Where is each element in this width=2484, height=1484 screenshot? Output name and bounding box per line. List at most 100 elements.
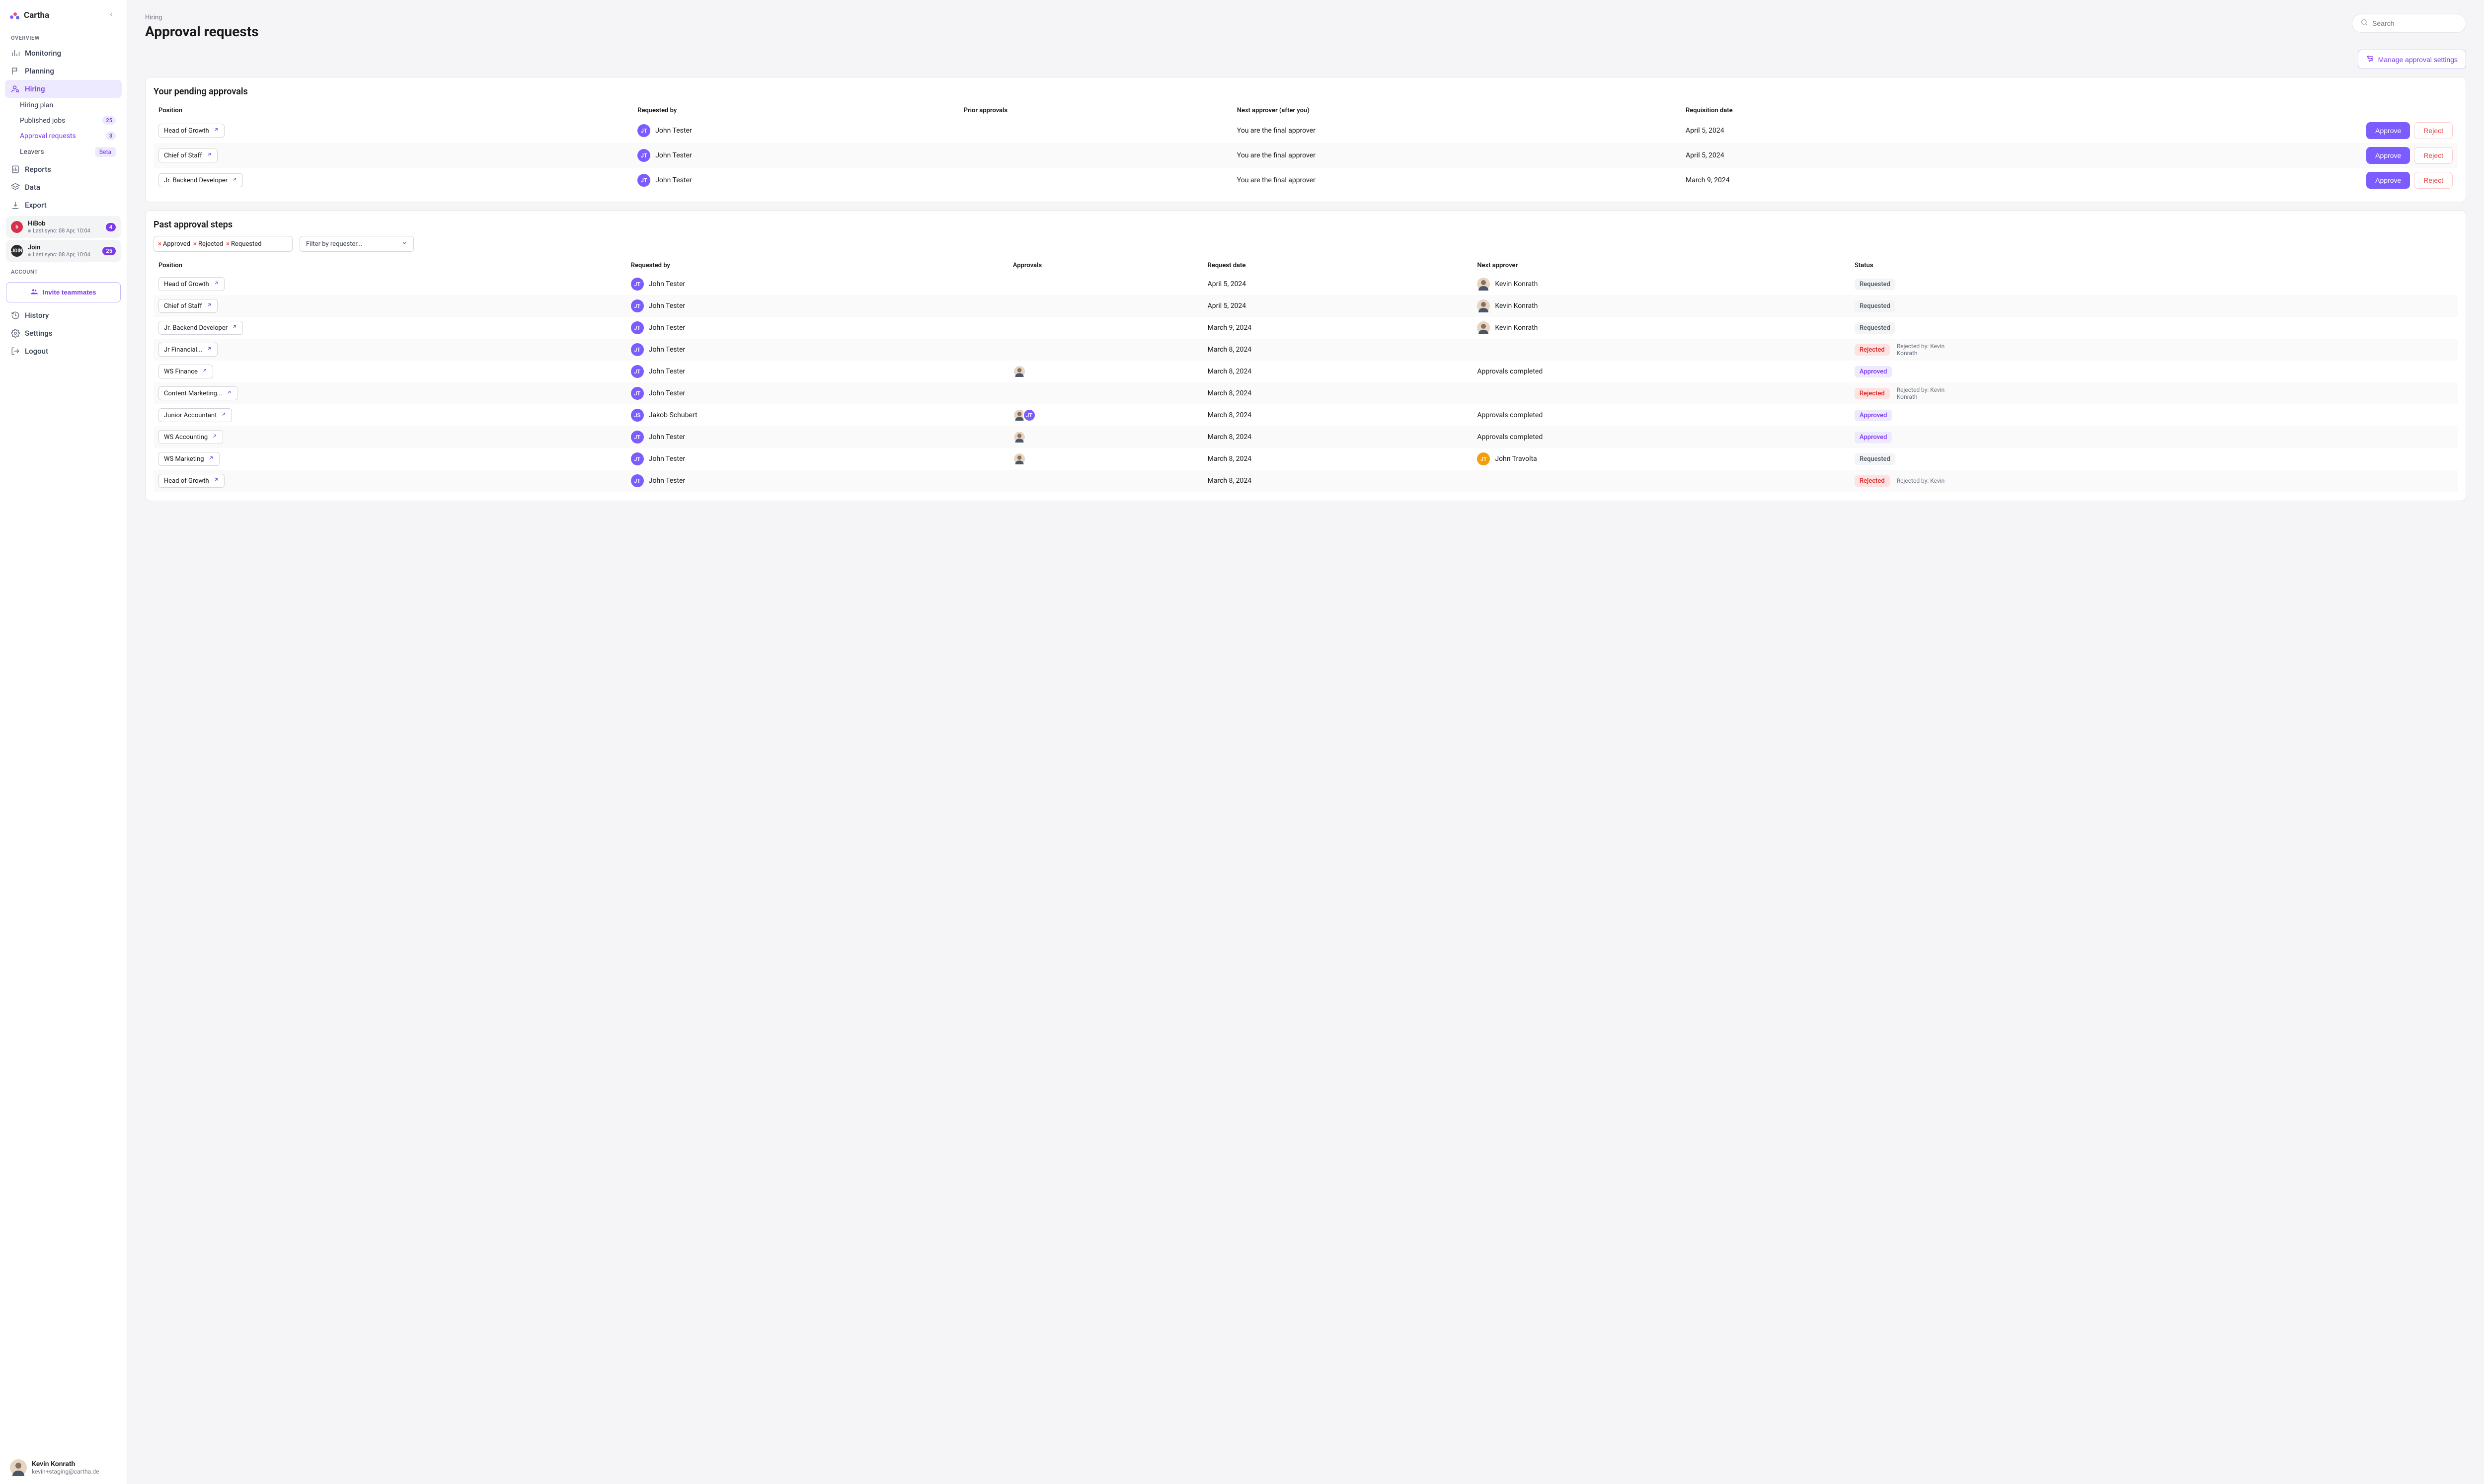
position-chip[interactable]: WS Finance [158,365,213,378]
next-approver: Approvals completed [1477,368,1543,375]
nav-reports[interactable]: Reports [5,160,122,178]
search-input[interactable] [2372,19,2462,27]
subnav-published-jobs[interactable]: Published jobs 25 [14,113,122,128]
nav-history[interactable]: History [5,306,122,324]
nav-monitoring[interactable]: Monitoring [5,44,122,62]
next-approver: You are the final approver [1232,118,1681,143]
external-link-icon [206,151,212,159]
position-chip[interactable]: WS Marketing [158,452,220,466]
count-badge: 4 [106,223,116,231]
column-header: Requested by [626,258,1008,273]
avatar [1013,431,1026,444]
nav-label: Reports [25,165,51,174]
invite-label: Invite teammates [42,289,96,296]
position-chip[interactable]: Jr Financial... [158,343,218,357]
request-date: April 5, 2024 [1203,295,1473,317]
position-chip[interactable]: Content Marketing... [158,386,237,400]
nav-label: Data [25,183,40,192]
sidebar: Cartha OVERVIEW Monitoring Planning Hiri… [0,0,127,1484]
brand-header: Cartha [5,6,122,30]
external-link-icon [212,433,218,441]
position-label: WS Marketing [164,455,204,463]
nav-label: History [25,311,49,320]
integration-name: HiBob [28,220,101,227]
column-header: Position [154,103,632,118]
approve-button[interactable]: Approve [2366,147,2410,164]
approvals-avatars [1013,431,1198,444]
position-chip[interactable]: WS Accounting [158,430,223,444]
avatar: JT [631,452,644,465]
manage-approval-settings-button[interactable]: Manage approval settings [2358,50,2466,69]
reject-button[interactable]: Reject [2414,172,2453,189]
avatar [1477,299,1490,312]
external-link-icon [213,280,219,288]
requested-by: JTJohn Tester [637,149,953,162]
table-row: Jr. Backend Developer JTJohn Tester Marc… [154,317,2458,339]
position-chip[interactable]: Jr. Backend Developer [158,321,243,335]
filter-chip-approved[interactable]: ×Approved [158,240,190,248]
position-label: Jr Financial... [164,346,202,354]
invite-teammates-button[interactable]: Invite teammates [6,282,121,302]
external-link-icon [226,389,232,397]
requisition-date: April 5, 2024 [1681,118,1969,143]
integration-sync: Last sync: 08 Apr, 10:04 [28,227,101,234]
nav-logout[interactable]: Logout [5,342,122,360]
history-icon [11,311,20,320]
approvals-avatars [1013,452,1198,465]
position-label: Content Marketing... [164,390,222,397]
requester-filter-select[interactable]: Filter by requester... [300,236,414,252]
button-label: Manage approval settings [2378,56,2458,64]
request-date: March 8, 2024 [1203,404,1473,426]
approve-button[interactable]: Approve [2366,122,2410,139]
filter-chip-requested[interactable]: ×Requested [226,240,261,248]
position-chip[interactable]: Chief of Staff [158,299,218,313]
pending-approvals-card: Your pending approvals PositionRequested… [145,77,2466,202]
column-header: Approvals [1008,258,1203,273]
requested-by: JTJohn Tester [631,365,1003,378]
search-box[interactable] [2352,14,2466,33]
subnav-approval-requests[interactable]: Approval requests 3 [14,128,122,144]
integration-card[interactable]: b HiBob Last sync: 08 Apr, 10:04 4 [6,216,121,238]
nav-data[interactable]: Data [5,178,122,196]
position-label: WS Accounting [164,434,208,441]
logout-icon [11,347,20,356]
nav-hiring[interactable]: Hiring [5,80,122,98]
reject-button[interactable]: Reject [2414,147,2453,164]
integration-card[interactable]: JOIN Join Last sync: 08 Apr, 10:04 25 [6,240,121,262]
section-account-label: ACCOUNT [5,264,122,278]
nav-settings[interactable]: Settings [5,324,122,342]
nav-planning[interactable]: Planning [5,62,122,80]
avatar: JT [637,124,650,137]
breadcrumb[interactable]: Hiring [145,14,259,21]
table-row: WS Marketing JTJohn Tester March 8, 2024… [154,448,2458,470]
table-row: Chief of Staff JTJohn Tester April 5, 20… [154,295,2458,317]
avatar: JT [1023,409,1036,422]
column-header: Prior approvals [959,103,1232,118]
status-filter-multiselect[interactable]: ×Approved ×Rejected ×Requested [154,236,293,252]
count-badge: 3 [106,132,116,140]
position-chip[interactable]: Head of Growth [158,124,225,138]
position-chip[interactable]: Chief of Staff [158,148,218,162]
approve-button[interactable]: Approve [2366,172,2410,189]
collapse-sidebar-button[interactable] [106,9,117,22]
subnav-label: Approval requests [20,132,76,140]
nav-export[interactable]: Export [5,196,122,214]
filter-chip-rejected[interactable]: ×Rejected [193,240,223,248]
card-title: Your pending approvals [154,86,2458,97]
remove-icon: × [193,240,197,248]
position-label: WS Finance [164,368,198,375]
next-approver: You are the final approver [1232,168,1681,193]
subnav-leavers[interactable]: Leavers Beta [14,144,122,160]
table-row: WS Accounting JTJohn Tester March 8, 202… [154,426,2458,448]
position-chip[interactable]: Jr. Backend Developer [158,173,243,187]
logo-icon [10,10,20,20]
user-footer[interactable]: Kevin Konrath kevin+staging@cartha.de [5,1453,122,1478]
search-icon [2360,18,2368,28]
count-badge: 25 [102,116,116,125]
position-chip[interactable]: Head of Growth [158,277,225,291]
position-chip[interactable]: Head of Growth [158,474,225,488]
external-link-icon [208,455,214,463]
reject-button[interactable]: Reject [2414,122,2453,139]
position-chip[interactable]: Junior Accountant [158,408,232,422]
subnav-hiring-plan[interactable]: Hiring plan [14,98,122,113]
